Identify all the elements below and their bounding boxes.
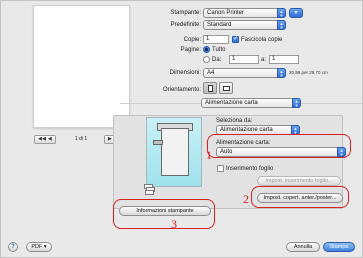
- select-arrows-icon: ▲ ▼: [292, 98, 301, 108]
- pdf-menu-button[interactable]: PDF ▾: [26, 242, 52, 252]
- print-dialog: ◀◀ ◀ 1 di 1 ▶ ▶▶ Stampante: Canon Printe…: [0, 0, 363, 258]
- annotation-box-3: [113, 199, 215, 229]
- pages-label: Pagine:: [180, 47, 201, 53]
- preset-select-value: Standard: [207, 22, 232, 28]
- printer-select-value: Canon Printer: [207, 10, 245, 16]
- portrait-orientation-button[interactable]: [203, 82, 217, 94]
- preset-select[interactable]: Standard ▲ ▼: [203, 20, 286, 30]
- print-button[interactable]: Stampa: [323, 242, 355, 252]
- pages-all-radio[interactable]: [203, 46, 210, 53]
- landscape-page-icon: [223, 86, 230, 91]
- copies-input[interactable]: 1: [203, 35, 229, 44]
- size-label: Dimensioni:: [169, 70, 201, 76]
- pages-to-input[interactable]: 1: [269, 55, 299, 64]
- pages-to-label: a:: [261, 57, 267, 63]
- paper-size-value: A4: [207, 70, 215, 76]
- preset-label: Predefinite:: [170, 22, 201, 28]
- help-button[interactable]: ?: [8, 242, 18, 252]
- first-prev-page-button[interactable]: ◀◀ ◀: [34, 135, 56, 144]
- printer-body: [161, 128, 189, 176]
- portrait-page-icon: [208, 85, 213, 92]
- help-icon: ?: [11, 244, 15, 250]
- collate-checkbox[interactable]: ✓: [232, 36, 239, 43]
- annotation-number-1: 1: [206, 148, 212, 162]
- insert-sheet-label: Inserimento foglio: [226, 166, 274, 172]
- triangle-down-icon: ▼: [293, 10, 299, 16]
- pages-from-input[interactable]: 1: [229, 55, 259, 64]
- annotation-box-2: [251, 186, 349, 208]
- paper-stack-icon: [144, 184, 156, 195]
- pages-all-label: Tutto: [212, 47, 226, 53]
- cancel-button[interactable]: Annulla: [286, 242, 320, 252]
- pages-range-radio[interactable]: [203, 56, 210, 63]
- landscape-orientation-button[interactable]: [219, 82, 233, 94]
- section-select[interactable]: Alimentazione carta ▲ ▼: [201, 98, 301, 108]
- annotation-number-2: 2: [243, 192, 249, 206]
- printer-label: Stampante:: [170, 10, 201, 16]
- orientation-label: Orientamento:: [162, 87, 201, 93]
- select-from-value: Alimentazione carta: [220, 127, 273, 133]
- annotation-box-1: [207, 134, 351, 158]
- printer-tray: [153, 140, 163, 145]
- select-from-label: Seleziona da:: [216, 118, 253, 124]
- pages-from-label: Da:: [212, 57, 222, 63]
- page-preview: [33, 5, 130, 128]
- section-select-value: Alimentazione carta: [205, 100, 258, 106]
- paper-dimensions: 20,99 per 29,70 cm: [289, 70, 328, 75]
- select-arrows-icon: ▲ ▼: [277, 68, 286, 78]
- copies-label: Copie:: [183, 37, 201, 43]
- page-count: 1 di 1: [74, 136, 88, 142]
- printer-illustration: [146, 117, 202, 187]
- checkmark-icon: ✓: [233, 36, 239, 42]
- collate-label: Fascicola copie: [241, 37, 283, 43]
- insert-sheet-checkbox[interactable]: [217, 165, 224, 172]
- paper-size-select[interactable]: A4 ▲ ▼: [203, 68, 286, 78]
- select-arrows-icon: ▲ ▼: [277, 20, 286, 30]
- select-arrows-icon: ▲ ▼: [277, 8, 286, 18]
- insert-sheet-settings-button[interactable]: Impost. inserimento foglio...: [257, 176, 341, 186]
- printer-disclosure-button[interactable]: ▼: [289, 8, 303, 18]
- annotation-number-3: 3: [171, 217, 177, 231]
- printer-select[interactable]: Canon Printer ▲ ▼: [203, 8, 286, 18]
